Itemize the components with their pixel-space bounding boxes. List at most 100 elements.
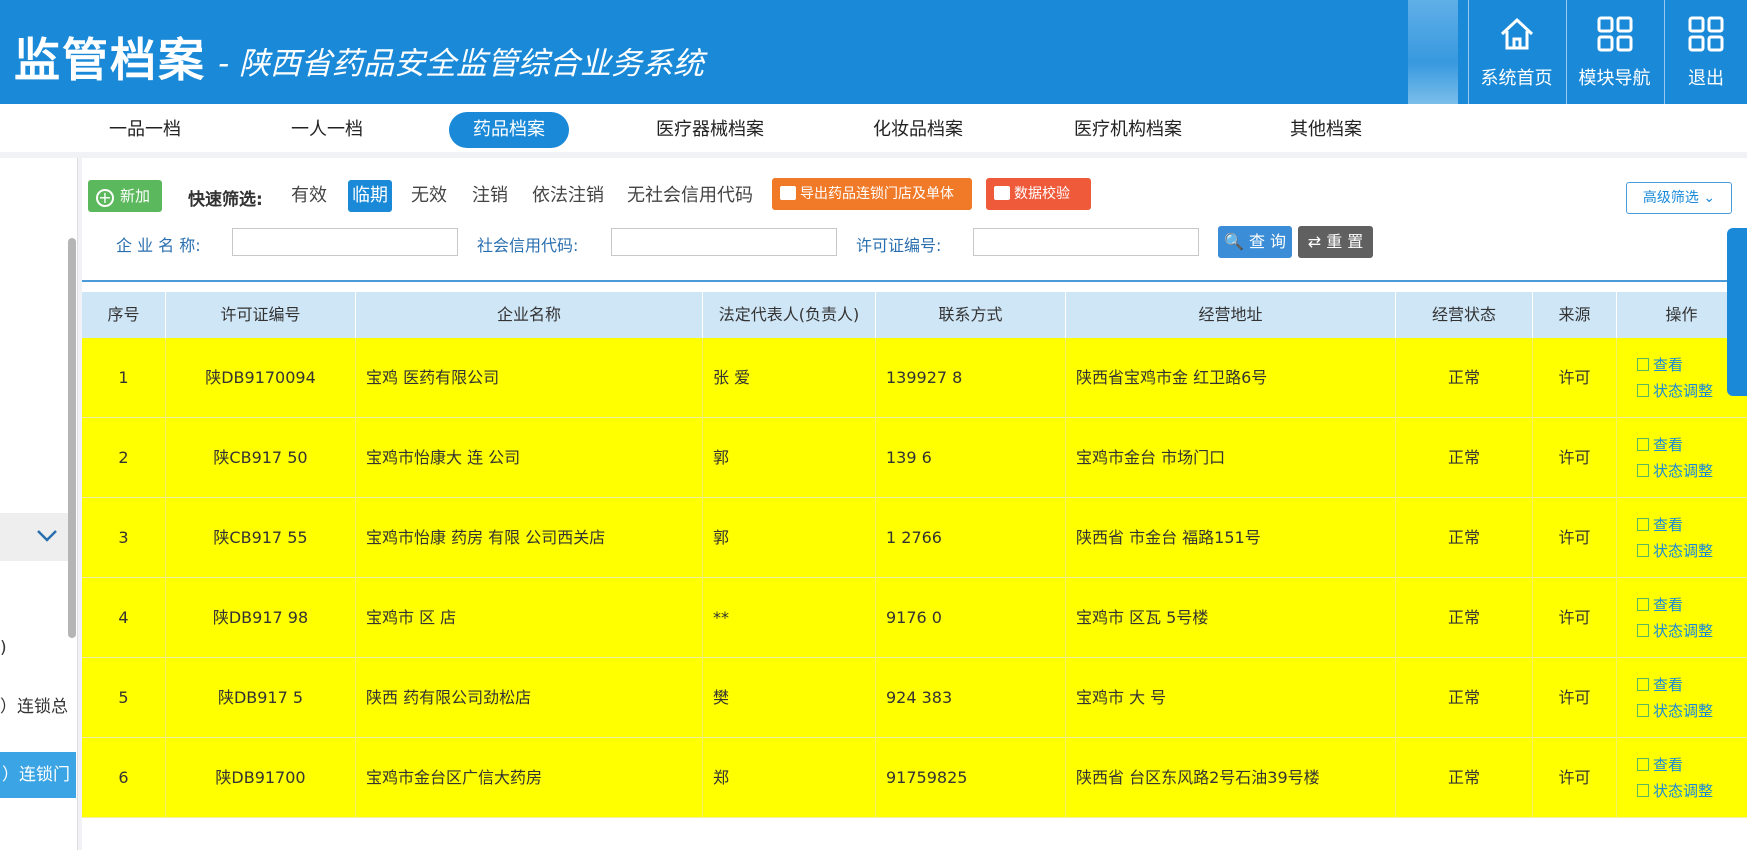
reset-button[interactable]: ⇄ 重 置: [1298, 226, 1373, 258]
left-sidebar: ) ）连锁总 ）连锁门: [0, 158, 78, 850]
home-icon: [1500, 17, 1533, 50]
module-nav-button[interactable]: 模块导航: [1566, 0, 1662, 104]
table-row[interactable]: 6 陕DB91700 宝鸡市金台区广信大药房郑 91759825 陕西省 台区东风路2…: [82, 738, 1747, 818]
tab-cosmetics[interactable]: 化妆品档案: [868, 112, 968, 148]
adjust-label: 状态调整: [1653, 782, 1714, 800]
adjust-label: 状态调整: [1653, 702, 1714, 720]
status-adjust-link[interactable]: 状态调整: [1637, 700, 1713, 721]
status-adjust-link[interactable]: 状态调整: [1637, 380, 1713, 401]
col-legal-person: 法定代表人(负责人): [703, 292, 876, 338]
app-header: 监管档案 - 陕西省药品安全监管综合业务系统 系统首页 模块导航 退出: [0, 0, 1747, 104]
search-icon: [994, 186, 1010, 200]
table-row[interactable]: 1 陕DB9170094 宝鸡 医药有限公司张 爱 139927 8 陕西省宝鸡市金 红…: [82, 338, 1747, 418]
cell-license: 陕DB9170094: [166, 338, 356, 418]
view-link[interactable]: 查看: [1637, 674, 1683, 695]
cell-no: 6: [82, 738, 166, 818]
license-no-input[interactable]: [973, 228, 1199, 256]
company-name-input[interactable]: [232, 228, 458, 256]
view-link[interactable]: 查看: [1637, 514, 1683, 535]
edit-icon: [1637, 784, 1649, 797]
credit-code-label: 社会信用代码:: [477, 236, 579, 255]
tab-other[interactable]: 其他档案: [1284, 112, 1368, 148]
cell-phone: 139927 8: [876, 338, 1066, 418]
view-label: 查看: [1653, 596, 1684, 614]
cell-status: 正常: [1396, 338, 1533, 418]
cell-status: 正常: [1396, 658, 1533, 738]
table-row[interactable]: 5 陕DB917 5 陕西 药有限公司劲松店樊 924 383 宝鸡市 大 号正常 许可…: [82, 658, 1747, 738]
cell-no: 3: [82, 498, 166, 578]
home-nav-button[interactable]: 系统首页: [1468, 0, 1564, 104]
view-icon: [1637, 358, 1649, 371]
edit-icon: [1637, 544, 1649, 557]
grid-icon: [1688, 16, 1724, 52]
cell-license: 陕DB917 5: [166, 658, 356, 738]
col-no: 序号: [82, 292, 166, 338]
side-float-panel[interactable]: [1727, 228, 1747, 396]
filter-legal-cancelled[interactable]: 依法注销: [532, 180, 604, 212]
cell-license: 陕DB91700: [166, 738, 356, 818]
cell-phone: 139 6: [876, 418, 1066, 498]
search-label: 查 询: [1248, 232, 1287, 251]
col-source: 来源: [1533, 292, 1617, 338]
filter-invalid[interactable]: 无效: [411, 180, 447, 212]
cell-status: 正常: [1396, 418, 1533, 498]
advanced-filter-button[interactable]: 高级筛选 ⌄: [1626, 182, 1732, 214]
adjust-label: 状态调整: [1653, 382, 1714, 400]
status-adjust-link[interactable]: 状态调整: [1637, 780, 1713, 801]
view-label: 查看: [1653, 356, 1684, 374]
quick-filter-label: 快速筛选:: [188, 190, 263, 210]
table-row[interactable]: 2 陕CB917 50 宝鸡市怡康大 连 公司郭 139 6 宝鸡市金台 市场门口 正常许…: [82, 418, 1747, 498]
adjust-label: 状态调整: [1653, 542, 1714, 560]
tab-product[interactable]: 一品一档: [104, 112, 186, 148]
logout-button[interactable]: 退出: [1664, 0, 1747, 104]
table-row[interactable]: 3 陕CB917 55 宝鸡市怡康 药房 有限 公司西关店郭 1 2766 陕西省 市金…: [82, 498, 1747, 578]
export-button[interactable]: 导出药品连锁门店及单体: [772, 178, 972, 210]
chevron-down-icon: [37, 530, 57, 542]
sidebar-scrollbar[interactable]: [68, 238, 76, 638]
view-label: 查看: [1653, 676, 1684, 694]
view-link[interactable]: 查看: [1637, 354, 1683, 375]
cell-company: 宝鸡市怡康 药房 有限 公司西关店: [356, 498, 703, 578]
sidebar-group-header[interactable]: [0, 513, 68, 561]
filter-cancelled[interactable]: 注销: [472, 180, 508, 212]
col-company: 企业名称: [356, 292, 703, 338]
sidebar-item-chain-hq[interactable]: ）连锁总: [0, 692, 68, 717]
view-icon: [1637, 678, 1649, 691]
sidebar-item-1[interactable]: ): [0, 638, 68, 658]
cell-source: 许可: [1533, 738, 1617, 818]
filter-no-credit-code[interactable]: 无社会信用代码: [627, 180, 753, 212]
view-link[interactable]: 查看: [1637, 594, 1683, 615]
credit-code-input[interactable]: [611, 228, 837, 256]
edit-icon: [1637, 384, 1649, 397]
tab-medical-institution[interactable]: 医疗机构档案: [1068, 112, 1188, 148]
row-actions: 查看 状态调整: [1637, 498, 1747, 578]
plus-icon: +: [96, 189, 114, 207]
view-icon: [1637, 438, 1649, 451]
filter-valid[interactable]: 有效: [291, 180, 327, 212]
status-adjust-link[interactable]: 状态调整: [1637, 540, 1713, 561]
tab-drug[interactable]: 药品档案: [449, 112, 569, 148]
cell-person: **: [703, 578, 876, 658]
user-avatar[interactable]: [1408, 0, 1458, 104]
filter-expiring[interactable]: 临期: [348, 180, 392, 212]
adjust-label: 状态调整: [1653, 462, 1714, 480]
status-adjust-link[interactable]: 状态调整: [1637, 460, 1713, 481]
cell-status: 正常: [1396, 738, 1533, 818]
sidebar-item-chain-store[interactable]: ）连锁门: [0, 752, 76, 798]
search-icon: 🔍: [1223, 232, 1244, 251]
cell-address: 宝鸡市 区瓦 5号楼: [1066, 578, 1396, 658]
view-label: 查看: [1653, 516, 1684, 534]
cell-no: 5: [82, 658, 166, 738]
tab-device[interactable]: 医疗器械档案: [650, 112, 770, 148]
tab-person[interactable]: 一人一档: [286, 112, 368, 148]
cell-no: 2: [82, 418, 166, 498]
table-row[interactable]: 4 陕DB917 98 宝鸡市 区 店 ** 9176 0 宝鸡市 区瓦 5号楼 正常 许可…: [82, 578, 1747, 658]
add-button[interactable]: + 新加: [88, 180, 162, 212]
status-adjust-link[interactable]: 状态调整: [1637, 620, 1713, 641]
validate-button[interactable]: 数据校验: [986, 178, 1091, 210]
cell-address: 陕西省宝鸡市金 红卫路6号: [1066, 338, 1396, 418]
view-link[interactable]: 查看: [1637, 434, 1683, 455]
search-button[interactable]: 🔍 查 询: [1218, 226, 1292, 258]
cell-phone: 91759825: [876, 738, 1066, 818]
view-link[interactable]: 查看: [1637, 754, 1683, 775]
